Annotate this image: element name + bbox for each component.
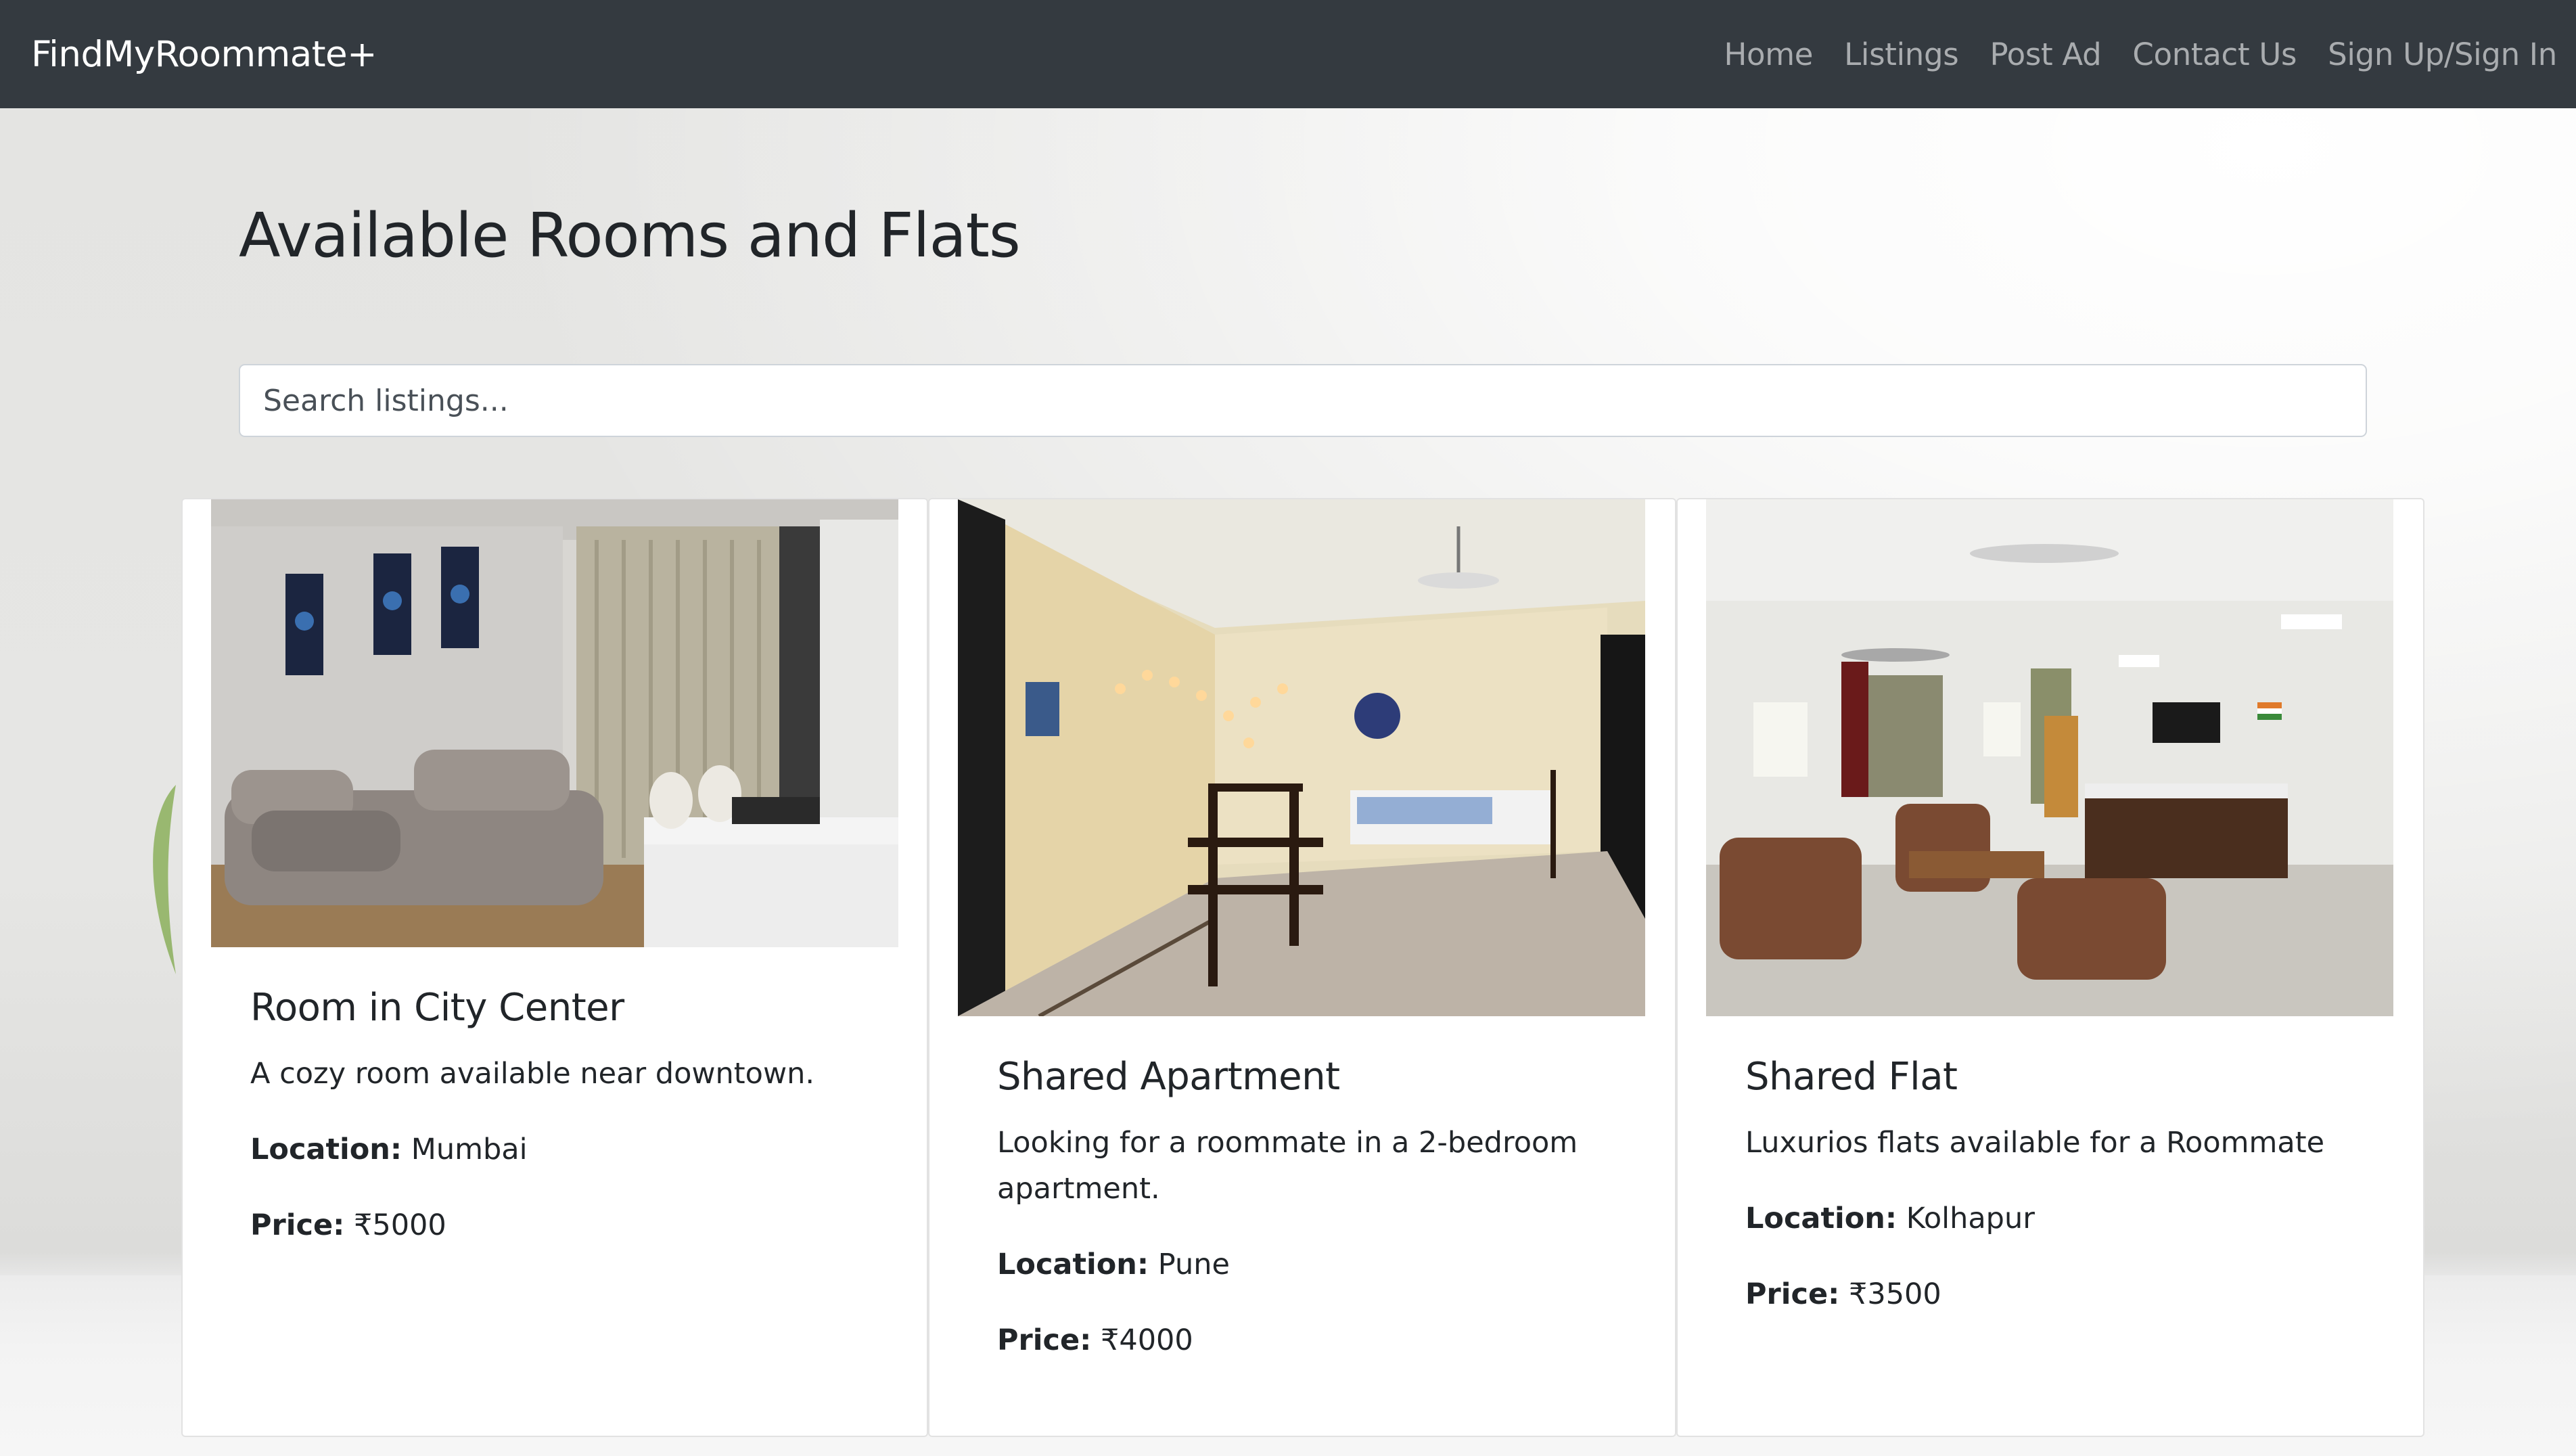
listing-body: Shared Flat Luxurios flats available for… bbox=[1745, 1054, 2383, 1347]
location-value: Mumbai bbox=[411, 1133, 528, 1167]
listing-photo[interactable] bbox=[211, 499, 898, 947]
listing-card-room-in-city-center[interactable]: Room in City Center A cozy room availabl… bbox=[181, 498, 928, 1437]
listing-body: Shared Apartment Looking for a roommate … bbox=[997, 1054, 1634, 1393]
listing-photo[interactable] bbox=[1706, 499, 2393, 1016]
nav-link-post-ad[interactable]: Post Ad bbox=[1990, 37, 2101, 72]
nav-link-contact-us[interactable]: Contact Us bbox=[2132, 37, 2297, 72]
nav-link-sign-up-sign-in[interactable]: Sign Up/Sign In bbox=[2328, 37, 2557, 72]
location-label: Location: bbox=[250, 1133, 402, 1167]
listing-price: Price: ₹3500 bbox=[1745, 1271, 2383, 1317]
nav-link-listings[interactable]: Listings bbox=[1844, 37, 1959, 72]
listing-title: Shared Flat bbox=[1745, 1055, 1958, 1099]
price-value: ₹4000 bbox=[1100, 1323, 1193, 1358]
listing-location: Location: Kolhapur bbox=[1745, 1196, 2383, 1242]
price-value: ₹5000 bbox=[353, 1208, 446, 1243]
listing-price: Price: ₹5000 bbox=[250, 1202, 886, 1248]
listing-photo[interactable] bbox=[958, 499, 1645, 1016]
page-title: Available Rooms and Flats bbox=[239, 200, 1021, 271]
price-label: Price: bbox=[1745, 1277, 1840, 1312]
listing-description: A cozy room available near downtown. bbox=[250, 1057, 815, 1091]
listing-title: Room in City Center bbox=[250, 986, 624, 1030]
search-input[interactable] bbox=[239, 364, 2367, 437]
navbar: FindMyRoommate+ Home Listings Post Ad Co… bbox=[0, 0, 2576, 108]
price-value: ₹3500 bbox=[1848, 1277, 1941, 1312]
listing-card-shared-flat[interactable]: Shared Flat Luxurios flats available for… bbox=[1676, 498, 2424, 1437]
listing-price: Price: ₹4000 bbox=[997, 1317, 1634, 1363]
location-label: Location: bbox=[997, 1248, 1149, 1282]
location-value: Pune bbox=[1157, 1248, 1230, 1282]
listing-title: Shared Apartment bbox=[997, 1055, 1340, 1099]
listing-location: Location: Mumbai bbox=[250, 1127, 886, 1173]
brand-logo[interactable]: FindMyRoommate+ bbox=[31, 34, 377, 75]
nav-links: Home Listings Post Ad Contact Us Sign Up… bbox=[1693, 37, 2557, 72]
price-label: Price: bbox=[250, 1208, 345, 1243]
listing-description: Luxurios flats available for a Roommate bbox=[1745, 1126, 2325, 1160]
nav-link-home[interactable]: Home bbox=[1724, 37, 1813, 72]
location-value: Kolhapur bbox=[1906, 1202, 2035, 1236]
listing-card-shared-apartment[interactable]: Shared Apartment Looking for a roommate … bbox=[928, 498, 1676, 1437]
price-label: Price: bbox=[997, 1323, 1092, 1358]
location-label: Location: bbox=[1745, 1202, 1898, 1236]
listing-body: Room in City Center A cozy room availabl… bbox=[250, 985, 886, 1278]
listing-location: Location: Pune bbox=[997, 1242, 1634, 1288]
listing-description: Looking for a roommate in a 2-bedroom ap… bbox=[997, 1126, 1578, 1206]
